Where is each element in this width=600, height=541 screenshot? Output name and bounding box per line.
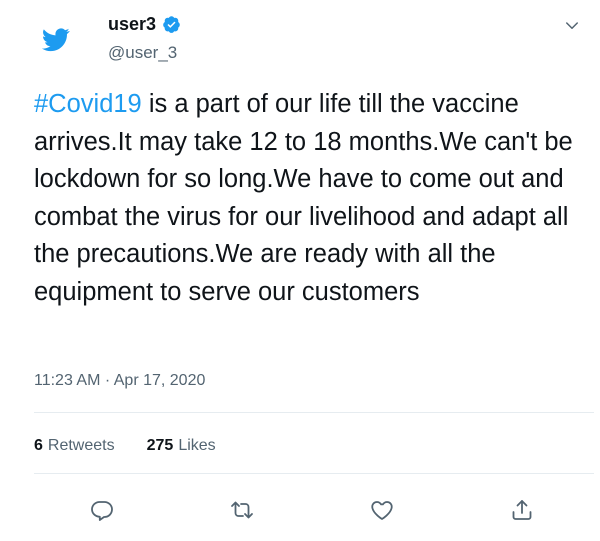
divider [34,473,594,474]
like-button[interactable] [369,497,395,523]
share-button[interactable] [509,497,535,523]
retweets-label: Retweets [47,437,115,454]
reply-button[interactable] [89,497,115,523]
display-name[interactable]: user3 [108,14,156,35]
more-menu-button[interactable] [560,14,584,38]
tweet-card: user3 @user_3 #Covid19 is a part of our … [0,0,600,541]
likes-stat[interactable]: 275 Likes [147,437,216,455]
engagement-stats: 6 Retweets 275 Likes [34,437,216,455]
verified-badge-icon [163,16,180,33]
retweets-stat[interactable]: 6 Retweets [34,437,115,455]
heart-icon [371,501,393,520]
divider [34,412,594,413]
user-handle[interactable]: @user_3 [108,43,177,63]
retweets-count: 6 [34,437,43,454]
chevron-down-icon [566,22,578,29]
share-icon [512,500,532,520]
twitter-bird-icon [42,28,70,52]
retweet-icon [231,501,253,519]
likes-count: 275 [146,437,174,454]
tweet-timestamp[interactable]: 11:23 AM · Apr 17, 2020 [34,372,205,390]
tweet-text: #Covid19 is a part of our life till the … [34,86,594,312]
tweet-body: is a part of our life till the vaccine a… [34,90,573,306]
author-name-row: user3 [108,14,181,35]
likes-label: Likes [178,437,216,454]
retweet-button[interactable] [229,497,255,523]
reply-icon [91,501,113,521]
hashtag-link[interactable]: #Covid19 [34,90,142,118]
avatar[interactable] [36,20,76,60]
